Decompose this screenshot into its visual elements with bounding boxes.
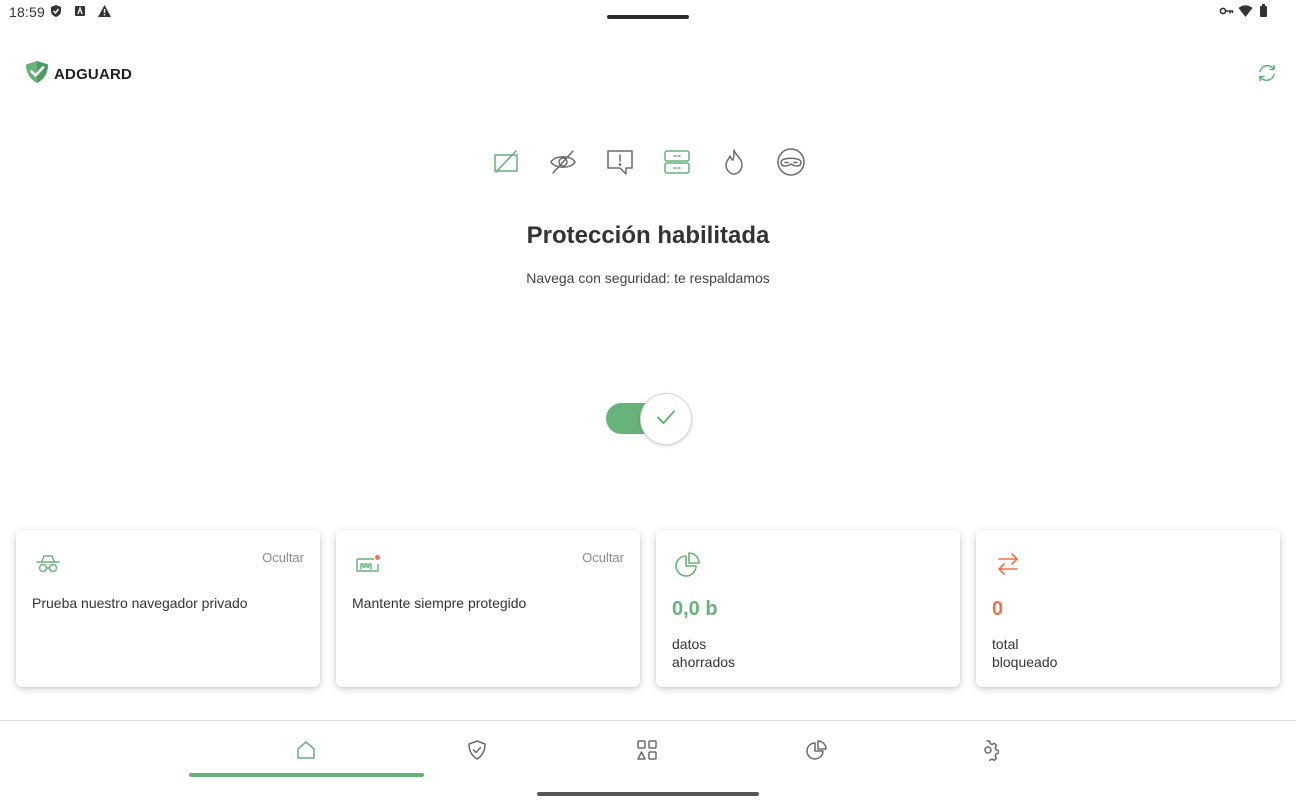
total-blocked-label: total bloqueado: [992, 635, 1057, 671]
toggle-knob: [640, 393, 692, 445]
license-card[interactable]: Ocultar Mantente siempre protegido: [336, 530, 640, 687]
dns-server-icon[interactable]: [661, 146, 692, 178]
vpn-key-icon: [1219, 4, 1235, 20]
data-saved-label: datos ahorrados: [672, 635, 735, 671]
incognito-icon: [32, 548, 64, 580]
adguard-logo: ADGUARD: [24, 59, 132, 90]
hide-button[interactable]: Ocultar: [582, 550, 624, 565]
card-text: Mantente siempre protegido: [352, 595, 527, 611]
protection-toggle[interactable]: [606, 393, 694, 445]
status-time: 18:59: [9, 4, 46, 20]
pie-chart-icon: [672, 548, 704, 580]
label-line-1: datos: [672, 636, 707, 652]
private-browser-card[interactable]: Ocultar Prueba nuestro navegador privado: [16, 530, 320, 687]
firewall-flame-icon[interactable]: [718, 146, 749, 178]
camera-notch: [607, 15, 689, 19]
protection-status-title: Protección habilitada: [526, 222, 770, 249]
wifi-icon: [1238, 4, 1254, 20]
protection-shield-icon[interactable]: [457, 735, 497, 765]
refresh-icon[interactable]: [1255, 61, 1279, 85]
checkmark-icon: [655, 406, 677, 433]
protection-status-subtitle: Navega con seguridad: te respaldamos: [526, 270, 770, 286]
tracking-eye-icon[interactable]: [547, 146, 578, 178]
active-tab-indicator: [189, 773, 424, 777]
label-line-2: ahorrados: [672, 654, 736, 670]
home-icon[interactable]: [286, 735, 326, 765]
card-text: Prueba nuestro navegador privado: [32, 595, 248, 611]
a-box-icon: [73, 4, 89, 20]
adguard-shield-icon: [49, 4, 65, 20]
total-blocked-value: 0: [992, 598, 1004, 620]
settings-gear-icon[interactable]: [968, 735, 1008, 765]
label-line-2: bloqueado: [992, 654, 1058, 670]
statistics-icon[interactable]: [797, 735, 837, 765]
data-saved-value: 0,0 b: [672, 598, 718, 620]
label-line-1: total: [992, 636, 1019, 652]
total-blocked-card[interactable]: 0 total bloqueado: [976, 530, 1280, 687]
license-ticket-icon: [352, 548, 384, 580]
warning-icon: [97, 4, 113, 20]
hide-button[interactable]: Ocultar: [262, 550, 304, 565]
stealth-mask-icon[interactable]: [775, 146, 806, 178]
protection-features: [490, 146, 806, 178]
transfer-arrows-icon: [992, 548, 1024, 580]
apps-icon[interactable]: [627, 735, 667, 765]
logo-text: ADGUARD: [54, 66, 133, 83]
battery-icon: [1259, 4, 1275, 20]
gesture-navigation-bar[interactable]: [537, 792, 759, 796]
bottom-navigation: [0, 720, 1296, 810]
adguard-shield-logo-icon: [24, 59, 50, 90]
ads-blocked-icon[interactable]: [490, 146, 521, 178]
data-saved-card[interactable]: 0,0 b datos ahorrados: [656, 530, 960, 687]
annoyance-chat-icon[interactable]: [604, 146, 635, 178]
status-bar: 18:59: [0, 0, 1296, 26]
